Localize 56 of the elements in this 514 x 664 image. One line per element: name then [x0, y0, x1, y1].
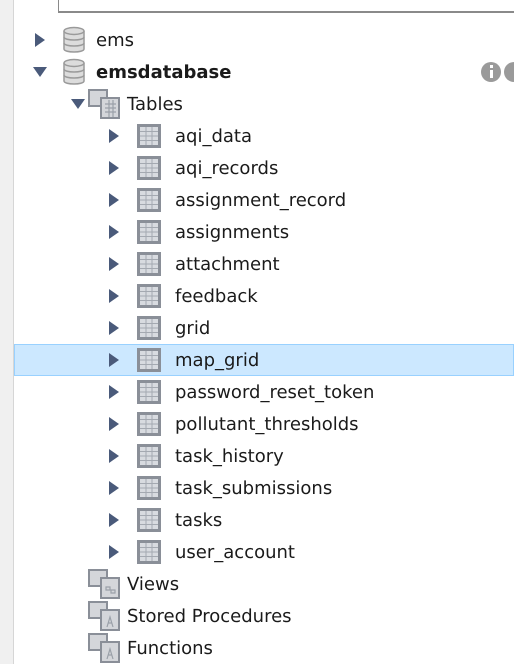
table-icon — [136, 539, 162, 565]
table-name: tasks — [175, 508, 222, 532]
tables-folder-icon — [88, 89, 122, 119]
table-icon — [136, 315, 162, 341]
table-icon — [136, 251, 162, 277]
table-name: task_history — [175, 444, 284, 468]
table-name: user_account — [175, 540, 295, 564]
filter-field[interactable] — [58, 0, 514, 13]
table-icon — [136, 411, 162, 437]
table-name: password_reset_token — [175, 380, 374, 404]
table-name: pollutant_thresholds — [175, 412, 359, 436]
routines-folder-icon — [88, 633, 122, 663]
table-row[interactable]: grid — [14, 312, 514, 344]
table-icon — [136, 187, 162, 213]
database-icon — [62, 26, 86, 54]
table-icon — [136, 283, 162, 309]
table-name: map_grid — [175, 348, 260, 372]
table-name: aqi_data — [175, 124, 252, 148]
schema-name[interactable]: emsdatabase — [96, 58, 232, 86]
table-name: task_submissions — [175, 476, 332, 500]
table-row[interactable]: feedback — [14, 280, 514, 312]
folder-label[interactable]: Tables — [127, 90, 183, 118]
routines-folder-icon — [88, 601, 122, 631]
table-row[interactable]: aqi_data — [14, 120, 514, 152]
table-row[interactable]: task_submissions — [14, 472, 514, 504]
table-name: assignments — [175, 220, 290, 244]
schema-name[interactable]: ems — [96, 26, 134, 54]
table-icon — [136, 219, 162, 245]
table-row[interactable]: assignment_record — [14, 184, 514, 216]
table-row[interactable]: attachment — [14, 248, 514, 280]
table-icon — [136, 507, 162, 533]
database-icon — [62, 58, 86, 86]
info-icon[interactable] — [480, 61, 502, 83]
folder-label[interactable]: Functions — [127, 634, 213, 662]
table-icon — [136, 155, 162, 181]
table-row[interactable]: tasks — [14, 504, 514, 536]
table-name: attachment — [175, 252, 280, 276]
table-row[interactable]: user_account — [14, 536, 514, 568]
table-icon — [136, 443, 162, 469]
folder-label[interactable]: Stored Procedures — [127, 602, 292, 630]
table-icon — [136, 475, 162, 501]
table-row[interactable]: aqi_records — [14, 152, 514, 184]
table-icon — [136, 123, 162, 149]
table-row[interactable]: assignments — [14, 216, 514, 248]
table-row[interactable]: password_reset_token — [14, 376, 514, 408]
table-row[interactable]: task_history — [14, 440, 514, 472]
table-name: assignment_record — [175, 188, 346, 212]
table-row[interactable]: pollutant_thresholds — [14, 408, 514, 440]
table-name: grid — [175, 316, 210, 340]
table-name: aqi_records — [175, 156, 278, 180]
views-folder-icon — [88, 569, 122, 599]
folder-label[interactable]: Views — [127, 570, 180, 598]
selected-table-row[interactable]: map_grid — [14, 344, 514, 376]
table-icon — [136, 379, 162, 405]
table-icon — [136, 347, 162, 373]
table-name: feedback — [175, 284, 258, 308]
